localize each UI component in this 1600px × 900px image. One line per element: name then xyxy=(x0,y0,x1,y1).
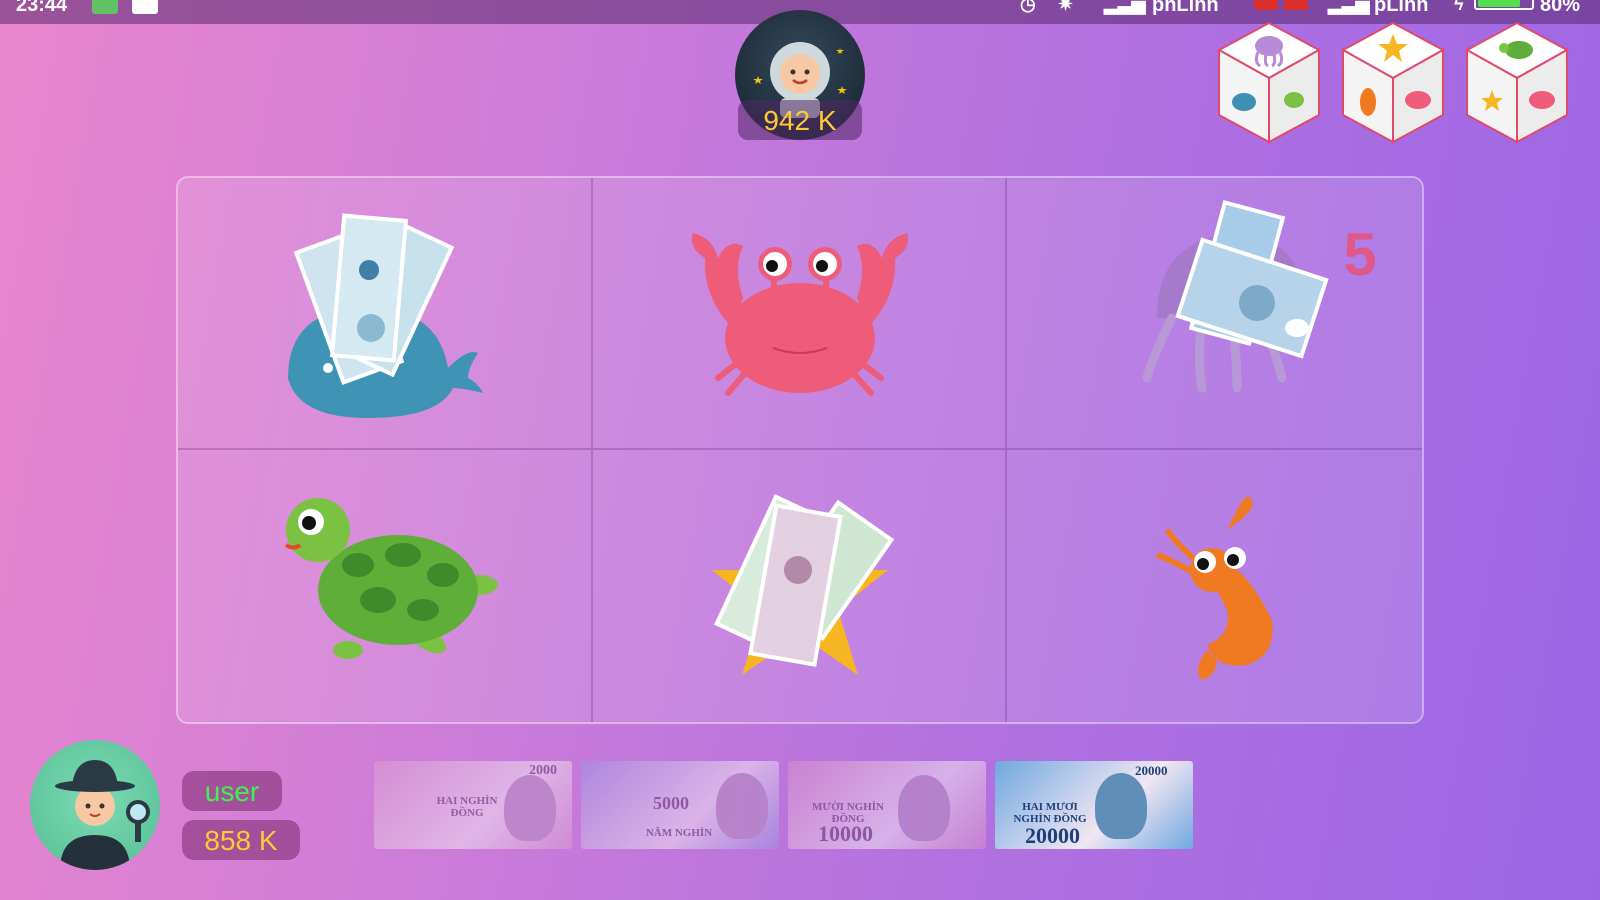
flag-icon-1 xyxy=(1254,0,1278,10)
bet-money-stack xyxy=(713,494,894,667)
bill-portrait xyxy=(898,775,950,841)
bill-20000-button[interactable]: 20000 HAI MƯƠI NGHÌN ĐỒNG 20000 xyxy=(995,761,1193,849)
detective-icon xyxy=(55,760,150,870)
turtle-starfish-crab-die-icon xyxy=(1464,21,1570,144)
betting-board: 5 xyxy=(176,176,1424,724)
starfish-shrimp-crab-die-icon xyxy=(1340,21,1446,144)
bill-denomination: 10000 xyxy=(818,821,873,846)
notification-app-icon xyxy=(92,0,118,14)
bet-cell-shrimp[interactable] xyxy=(1007,450,1422,722)
bill-2000-button[interactable]: 2000 HAI NGHÌN ĐỒNG xyxy=(374,761,572,849)
turtle-icon xyxy=(284,498,498,659)
bill-words: NĂM NGHÌN xyxy=(645,827,713,839)
bill-5000-button[interactable]: 5000 NĂM NGHÌN xyxy=(581,761,779,849)
whale-icon xyxy=(288,213,483,418)
bill-denomination-corner: 20000 xyxy=(1135,763,1168,778)
bet-cell-starfish[interactable] xyxy=(592,450,1008,722)
play-store-icon xyxy=(132,0,158,14)
starfish-icon xyxy=(711,494,894,675)
bill-denomination: 20000 xyxy=(1025,823,1080,848)
battery-level-fill xyxy=(1478,0,1520,7)
die-1 xyxy=(1214,20,1324,145)
signal-icon-2: ▂▃▅ xyxy=(1328,0,1370,14)
status-time: 23:44 xyxy=(16,0,68,16)
battery-icon xyxy=(1474,0,1534,10)
battery-percent: 80% xyxy=(1540,0,1581,16)
die-3 xyxy=(1462,20,1572,145)
die-2 xyxy=(1338,20,1448,145)
carrier-name-1: phLinh xyxy=(1152,0,1219,16)
charging-icon: ϟ xyxy=(1454,0,1464,14)
wifi-icon: ✷ xyxy=(1058,0,1074,14)
bill-words: HAI MƯƠI NGHÌN ĐỒNG xyxy=(1013,801,1087,825)
player-balance: 858 K xyxy=(182,820,300,860)
signal-icon-1: ▂▃▅ xyxy=(1104,0,1146,14)
crab-icon xyxy=(691,233,908,396)
bill-words: HAI NGHÌN ĐỒNG xyxy=(436,795,498,819)
bet-cell-jellyfish[interactable]: 5 xyxy=(1007,178,1422,450)
bet-cell-crab[interactable] xyxy=(592,178,1008,450)
bill-portrait xyxy=(1095,773,1147,839)
player-avatar[interactable] xyxy=(30,740,160,870)
carrier-name-2: pLinh xyxy=(1374,0,1429,16)
jellyfish-fish-turtle-die-icon xyxy=(1216,21,1322,144)
dealer-balance: 942 K xyxy=(738,100,862,140)
alarm-icon: ◷ xyxy=(1020,0,1036,14)
flag-icon-2 xyxy=(1284,0,1308,10)
bill-10000-button[interactable]: MƯỜI NGHÌN ĐỒNG 10000 xyxy=(788,761,986,849)
player-name: user xyxy=(182,771,282,811)
shrimp-icon xyxy=(1156,496,1274,680)
bill-denomination: 2000 xyxy=(529,763,557,778)
bet-cell-turtle[interactable] xyxy=(178,450,593,722)
bet-cell-whale[interactable] xyxy=(178,178,593,450)
bill-denomination: 5000 xyxy=(653,793,689,813)
jellyfish-icon xyxy=(1142,200,1330,393)
bet-count-badge: 5 xyxy=(1343,221,1377,288)
